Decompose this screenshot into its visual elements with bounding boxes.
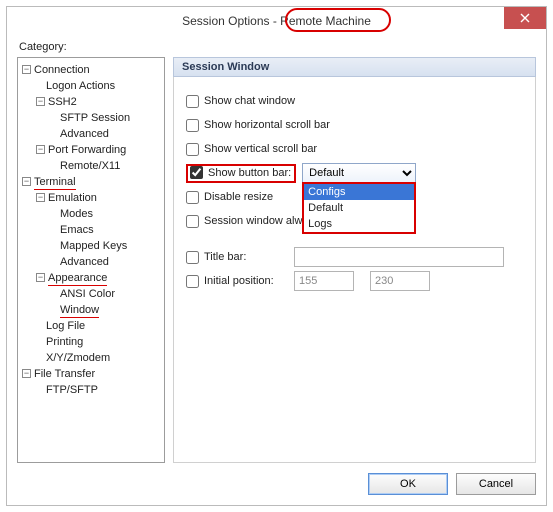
chk-disable-resize[interactable] xyxy=(186,191,199,204)
lbl-buttonbar: Show button bar: xyxy=(208,167,291,179)
chk-buttonbar[interactable] xyxy=(190,166,203,179)
dropdown-opt-configs[interactable]: Configs xyxy=(304,184,414,200)
tree-mapped-keys[interactable]: Mapped Keys xyxy=(60,240,127,252)
close-button[interactable] xyxy=(504,7,546,29)
cancel-button[interactable]: Cancel xyxy=(456,473,536,495)
tree-ssh2[interactable]: SSH2 xyxy=(48,96,77,108)
tree-sftp-session[interactable]: SFTP Session xyxy=(60,112,130,124)
tree-log-file[interactable]: Log File xyxy=(46,320,85,332)
chk-chat[interactable] xyxy=(186,95,199,108)
annotation-buttonbar-box: Show button bar: xyxy=(186,164,296,183)
tree-advanced2[interactable]: Advanced xyxy=(60,256,109,268)
panel-body: Show chat window Show horizontal scroll … xyxy=(173,77,536,463)
tree-file-transfer[interactable]: File Transfer xyxy=(34,368,95,380)
ok-button[interactable]: OK xyxy=(368,473,448,495)
tree-ftp-sftp[interactable]: FTP/SFTP xyxy=(46,384,98,396)
tree-terminal[interactable]: Terminal xyxy=(34,176,76,190)
tree-printing[interactable]: Printing xyxy=(46,336,83,348)
lbl-chat: Show chat window xyxy=(204,95,295,107)
lbl-vscroll: Show vertical scroll bar xyxy=(204,143,317,155)
tree-modes[interactable]: Modes xyxy=(60,208,93,220)
tree-emacs[interactable]: Emacs xyxy=(60,224,94,236)
collapse-icon[interactable]: − xyxy=(36,97,45,106)
tree-ansi-color[interactable]: ANSI Color xyxy=(60,288,115,300)
category-tree[interactable]: −Connection Logon Actions −SSH2 SFTP Ses… xyxy=(17,57,165,463)
dropdown-opt-default[interactable]: Default xyxy=(304,200,414,216)
tree-window[interactable]: Window xyxy=(60,304,99,318)
lbl-always-on-top: Session window alwa xyxy=(204,215,309,227)
initpos-x-input[interactable] xyxy=(294,271,354,291)
tree-xyzmodem[interactable]: X/Y/Zmodem xyxy=(46,352,110,364)
lbl-hscroll: Show horizontal scroll bar xyxy=(204,119,330,131)
buttonbar-select[interactable]: Default xyxy=(302,163,416,183)
collapse-icon[interactable]: − xyxy=(22,369,31,378)
collapse-icon[interactable]: − xyxy=(22,177,31,186)
titlebar-input[interactable] xyxy=(294,247,504,267)
dialog-title: Session Options - Remote Machine xyxy=(182,14,371,28)
chk-vscroll[interactable] xyxy=(186,143,199,156)
chk-hscroll[interactable] xyxy=(186,119,199,132)
dialog-window: Session Options - Remote Machine Categor… xyxy=(6,6,547,506)
chk-titlebar[interactable] xyxy=(186,251,199,264)
button-bar: OK Cancel xyxy=(17,463,536,495)
collapse-icon[interactable]: − xyxy=(36,145,45,154)
tree-appearance[interactable]: Appearance xyxy=(48,272,107,286)
collapse-icon[interactable]: − xyxy=(36,273,45,282)
collapse-icon[interactable]: − xyxy=(36,193,45,202)
tree-port-forwarding[interactable]: Port Forwarding xyxy=(48,144,126,156)
tree-emulation[interactable]: Emulation xyxy=(48,192,97,204)
dropdown-opt-logs[interactable]: Logs xyxy=(304,216,414,232)
tree-advanced[interactable]: Advanced xyxy=(60,128,109,140)
chk-always-on-top[interactable] xyxy=(186,215,199,228)
tree-remote-x11[interactable]: Remote/X11 xyxy=(60,160,120,172)
category-label: Category: xyxy=(19,41,536,53)
lbl-initpos: Initial position: xyxy=(204,275,294,287)
collapse-icon[interactable]: − xyxy=(22,65,31,74)
lbl-titlebar: Title bar: xyxy=(204,251,294,263)
tree-logon-actions[interactable]: Logon Actions xyxy=(46,80,115,92)
lbl-disable-resize: Disable resize xyxy=(204,191,273,203)
initpos-y-input[interactable] xyxy=(370,271,430,291)
buttonbar-dropdown[interactable]: Configs Default Logs xyxy=(302,182,416,234)
tree-connection[interactable]: Connection xyxy=(34,64,90,76)
chk-initpos[interactable] xyxy=(186,275,199,288)
panel-title: Session Window xyxy=(173,57,536,77)
title-bar: Session Options - Remote Machine xyxy=(7,7,546,35)
close-icon xyxy=(520,13,530,23)
